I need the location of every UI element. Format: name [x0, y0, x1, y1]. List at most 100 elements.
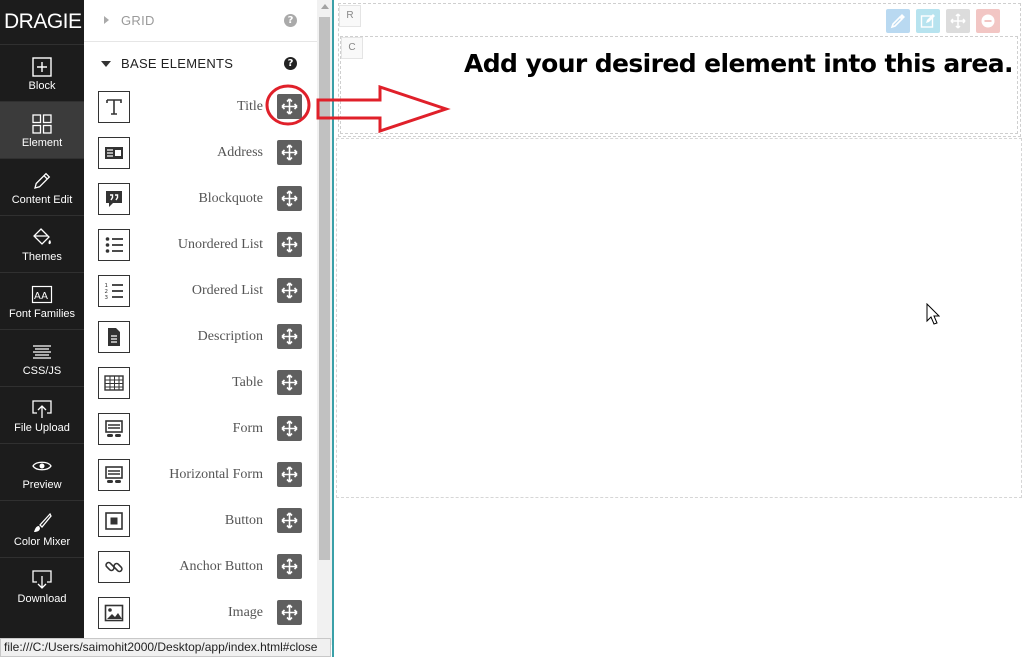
move-arrows-icon	[281, 466, 298, 483]
element-row-horizontal-form[interactable]: Horizontal Form	[84, 455, 317, 501]
browser-status-bar: file:///C:/Users/saimohit2000/Desktop/ap…	[0, 638, 331, 657]
drag-handle[interactable]	[277, 416, 302, 441]
element-label: Title	[237, 99, 263, 114]
nav-label: File Upload	[14, 422, 70, 434]
column-tag[interactable]: C	[341, 37, 363, 59]
download-icon	[32, 570, 52, 589]
element-row-image[interactable]: Image	[84, 593, 317, 639]
element-label: Unordered List	[177, 237, 263, 252]
drag-handle[interactable]	[277, 232, 302, 257]
grid-section-header[interactable]: GRID ?	[84, 0, 317, 42]
annotation-circle	[265, 84, 311, 126]
nav-item-preview[interactable]: Preview	[0, 443, 84, 500]
nav-item-css-js[interactable]: CSS/JS	[0, 329, 84, 386]
nav-label: Preview	[22, 479, 62, 491]
nav-item-font-families[interactable]: AA Font Families	[0, 272, 84, 329]
move-arrows-icon	[281, 604, 298, 621]
move-icon	[950, 13, 966, 29]
element-row-form[interactable]: Form	[84, 409, 317, 455]
plus-square-icon	[32, 57, 52, 77]
nav-item-download[interactable]: Download	[0, 557, 84, 614]
drag-handle[interactable]	[277, 554, 302, 579]
button-icon	[98, 505, 130, 537]
annotation-arrow-icon	[316, 85, 451, 134]
drag-handle[interactable]	[277, 600, 302, 625]
eye-icon	[32, 461, 52, 471]
scroll-up-arrow-icon[interactable]	[321, 4, 329, 9]
base-elements-section-header[interactable]: BASE ELEMENTS ?	[84, 43, 317, 85]
nav-item-themes[interactable]: Themes	[0, 215, 84, 272]
drag-handle[interactable]	[277, 140, 302, 165]
element-label: Image	[228, 605, 263, 620]
element-label: Table	[232, 375, 263, 390]
bullet-list-icon	[98, 229, 130, 261]
form-icon	[98, 413, 130, 445]
eyedropper-button[interactable]	[886, 9, 910, 33]
move-arrows-icon	[281, 512, 298, 529]
drag-handle[interactable]	[277, 278, 302, 303]
nav-label: Block	[28, 80, 56, 92]
remove-button[interactable]	[976, 9, 1000, 33]
eyedropper-icon	[890, 14, 905, 29]
empty-block-area[interactable]	[336, 138, 1022, 498]
element-label: Blockquote	[198, 191, 263, 206]
nav-item-file-upload[interactable]: File Upload	[0, 386, 84, 443]
nav-item-block[interactable]: Block	[0, 44, 84, 101]
move-arrows-icon	[281, 420, 298, 437]
move-button[interactable]	[946, 9, 970, 33]
element-row-blockquote[interactable]: Blockquote	[84, 179, 317, 225]
element-row-button[interactable]: Button	[84, 501, 317, 547]
remove-icon	[981, 14, 995, 28]
drag-handle[interactable]	[277, 508, 302, 533]
element-row-anchor-button[interactable]: Anchor Button	[84, 547, 317, 593]
lines-icon	[33, 345, 51, 359]
drop-hint-text: Add your desired element into this area.	[464, 49, 1013, 78]
help-icon[interactable]: ?	[284, 57, 297, 70]
edit-button[interactable]	[916, 9, 940, 33]
numbered-list-icon: 123	[98, 275, 130, 307]
mouse-cursor-icon	[926, 303, 940, 325]
nav-label: Content Edit	[11, 194, 73, 206]
link-chain-icon	[98, 551, 130, 583]
element-row-ordered-list[interactable]: 123 Ordered List	[84, 271, 317, 317]
element-label: Horizontal Form	[169, 467, 263, 482]
nav-item-content-edit[interactable]: Content Edit	[0, 158, 84, 215]
brand-logo: DRAGIE	[4, 10, 82, 33]
pencil-icon	[34, 172, 51, 189]
element-row-unordered-list[interactable]: Unordered List	[84, 225, 317, 271]
move-arrows-icon	[281, 374, 298, 391]
main-nav: DRAGIE Block Element Content Edit Themes…	[0, 0, 84, 657]
paint-bucket-icon	[33, 228, 51, 245]
document-icon	[98, 321, 130, 353]
quote-bubble-icon	[98, 183, 130, 215]
edit-icon	[920, 14, 935, 28]
nav-item-color-mixer[interactable]: Color Mixer	[0, 500, 84, 557]
help-icon[interactable]: ?	[284, 14, 297, 27]
element-row-description[interactable]: Description	[84, 317, 317, 363]
nav-label: CSS/JS	[22, 365, 62, 377]
grid-icon	[32, 114, 52, 134]
element-label: Anchor Button	[179, 559, 263, 574]
caret-right-icon	[104, 16, 109, 24]
drag-handle[interactable]	[277, 186, 302, 211]
grid-section-title: GRID	[121, 13, 155, 28]
element-label: Ordered List	[191, 283, 263, 298]
move-arrows-icon	[281, 190, 298, 207]
nav-label: Font Families	[8, 308, 76, 320]
drag-handle[interactable]	[277, 462, 302, 487]
nav-label: Themes	[22, 251, 62, 263]
caret-down-icon	[101, 61, 111, 67]
svg-text:3: 3	[105, 295, 109, 301]
nav-item-element[interactable]: Element	[0, 101, 84, 158]
drag-handle[interactable]	[277, 324, 302, 349]
move-arrows-icon	[281, 236, 298, 253]
horizontal-form-icon	[98, 459, 130, 491]
upload-icon	[32, 400, 52, 418]
element-row-address[interactable]: Address	[84, 133, 317, 179]
element-row-table[interactable]: Table	[84, 363, 317, 409]
element-label: Form	[232, 421, 263, 436]
base-elements-section-title: BASE ELEMENTS	[121, 56, 234, 71]
dragie-app: DRAGIE Block Element Content Edit Themes…	[0, 0, 1024, 657]
drag-handle[interactable]	[277, 370, 302, 395]
row-tag[interactable]: R	[339, 5, 361, 27]
